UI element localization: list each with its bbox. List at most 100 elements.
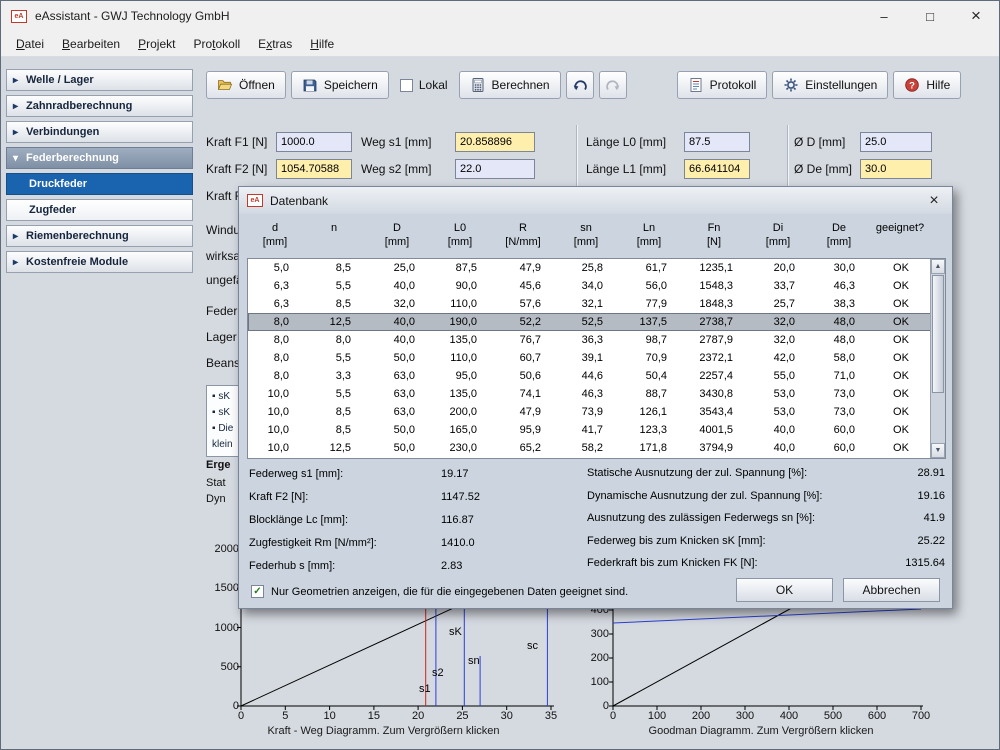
table-row[interactable]: 5,08,525,087,547,925,861,71235,120,030,0… [248,259,932,277]
y-tick-label: 100 [591,676,609,688]
table-cell: 77,9 [618,295,682,313]
table-cell: OK [870,439,932,457]
open-button[interactable]: Öffnen [206,71,286,99]
undo-button[interactable] [566,71,594,99]
column-header[interactable]: d[mm] [247,219,303,249]
field-input[interactable] [455,132,535,152]
result-row: Dynamische Ausnutzung der zul. Spannung … [587,485,945,508]
scrollbar-thumb[interactable] [932,275,944,393]
scroll-up-icon[interactable]: ▲ [931,259,945,274]
field-label: Kraft F1 [N] [206,135,270,149]
x-tick-label: 10 [323,710,335,722]
table-cell: 95,9 [492,421,556,439]
open-folder-icon [217,77,233,93]
table-row[interactable]: 8,05,550,0110,060,739,170,92372,142,058,… [248,349,932,367]
table-row[interactable]: 6,35,540,090,045,634,056,01548,333,746,3… [248,277,932,295]
table-scrollbar[interactable]: ▲ ▼ [930,259,945,458]
table-cell: 8,0 [248,331,304,349]
table-cell: 48,0 [810,313,870,331]
table-row[interactable]: 6,38,532,0110,057,632,177,91848,325,738,… [248,295,932,313]
table-cell: 2738,7 [682,313,748,331]
occluded-label: Beans [206,356,240,370]
table-cell: 42,0 [748,349,810,367]
table-cell: 40,0 [748,439,810,457]
result-row: Kraft F2 [N]:1147.52 [249,485,581,508]
table-row[interactable]: 8,08,040,0135,076,736,398,72787,932,048,… [248,331,932,349]
column-header[interactable]: geeignet? [869,219,931,249]
table-cell: 2787,9 [682,331,748,349]
table-cell: 47,9 [492,403,556,421]
field-input[interactable] [684,132,750,152]
cancel-button[interactable]: Abbrechen [843,578,940,602]
x-tick-label: 5 [282,710,288,722]
table-cell: 60,7 [492,349,556,367]
redo-button[interactable] [599,71,627,99]
goodman-chart-title[interactable]: Goodman Diagramm. Zum Vergrößern klicken [571,725,951,737]
table-cell: 126,1 [618,403,682,421]
table-cell: 135,0 [430,331,492,349]
save-disk-icon [302,77,318,93]
table-cell: 1848,3 [682,295,748,313]
table-cell: 70,9 [618,349,682,367]
field-input[interactable] [860,132,932,152]
field-input[interactable] [860,159,932,179]
table-cell: 50,0 [366,349,430,367]
table-cell: 110,0 [430,295,492,313]
calculate-button[interactable]: Berechnen [459,71,561,99]
table-cell: 58,2 [556,439,618,457]
table-body: 5,08,525,087,547,925,861,71235,120,030,0… [248,259,945,457]
results-left: Federweg s1 [mm]:19.17Kraft F2 [N]:1147.… [249,462,581,577]
column-header[interactable]: R[N/mm] [491,219,555,249]
table-cell: 230,0 [430,439,492,457]
x-tick-label: 400 [780,710,798,722]
field-input[interactable] [684,159,750,179]
column-header[interactable]: Fn[N] [681,219,747,249]
table-cell: 71,0 [810,367,870,385]
y-tick-label: 0 [233,700,239,712]
field-input[interactable] [455,159,535,179]
table-row[interactable]: 10,012,550,0230,065,258,2171,83794,940,0… [248,439,932,457]
table-cell: 32,0 [748,331,810,349]
dialog-close-icon[interactable]: × [920,189,948,213]
table-cell: 12,5 [304,439,366,457]
kraft-weg-chart-title[interactable]: Kraft - Weg Diagramm. Zum Vergrößern kli… [206,725,561,737]
settings-button[interactable]: Einstellungen [772,71,888,99]
occluded-label: Lager [206,330,237,344]
marker-label-sK: sK [449,626,463,638]
table-cell: OK [870,421,932,439]
table-cell: 10,0 [248,439,304,457]
table-cell: 95,0 [430,367,492,385]
table-row[interactable]: 10,08,563,0200,047,973,9126,13543,453,07… [248,403,932,421]
protocol-button[interactable]: Protokoll [677,71,768,99]
filter-checkbox[interactable]: ✓ Nur Geometrien anzeigen, die für die e… [251,585,628,598]
column-header[interactable]: De[mm] [809,219,869,249]
local-checkbox[interactable]: Lokal [394,78,454,92]
table-row[interactable]: 8,012,540,0190,052,252,5137,52738,732,04… [248,313,932,331]
table-row[interactable]: 10,08,550,0165,095,941,7123,34001,540,06… [248,421,932,439]
field-input[interactable] [276,132,352,152]
column-header[interactable]: L0[mm] [429,219,491,249]
column-header[interactable]: sn[mm] [555,219,617,249]
help-button[interactable]: ? Hilfe [893,71,961,99]
table-cell: 135,0 [430,385,492,403]
table-cell: 73,0 [810,403,870,421]
table-row[interactable]: 8,03,363,095,050,644,650,42257,455,071,0… [248,367,932,385]
field-input[interactable] [276,159,352,179]
table-cell: 88,7 [618,385,682,403]
save-button[interactable]: Speichern [291,71,389,99]
scroll-down-icon[interactable]: ▼ [931,443,945,458]
column-header[interactable]: Ln[mm] [617,219,681,249]
table-cell: 8,0 [248,313,304,331]
x-tick-label: 20 [412,710,424,722]
table-cell: 63,0 [366,367,430,385]
column-header[interactable]: D[mm] [365,219,429,249]
occluded-result-line: Dyn [206,493,226,505]
marker-label-sn: sn [468,655,480,667]
table-row[interactable]: 10,05,563,0135,074,146,388,73430,853,073… [248,385,932,403]
svg-text:?: ? [909,80,915,91]
column-header[interactable]: n [303,219,365,249]
table-cell: 6,3 [248,277,304,295]
column-header[interactable]: Di[mm] [747,219,809,249]
x-tick-label: 100 [648,710,666,722]
ok-button[interactable]: OK [736,578,833,602]
